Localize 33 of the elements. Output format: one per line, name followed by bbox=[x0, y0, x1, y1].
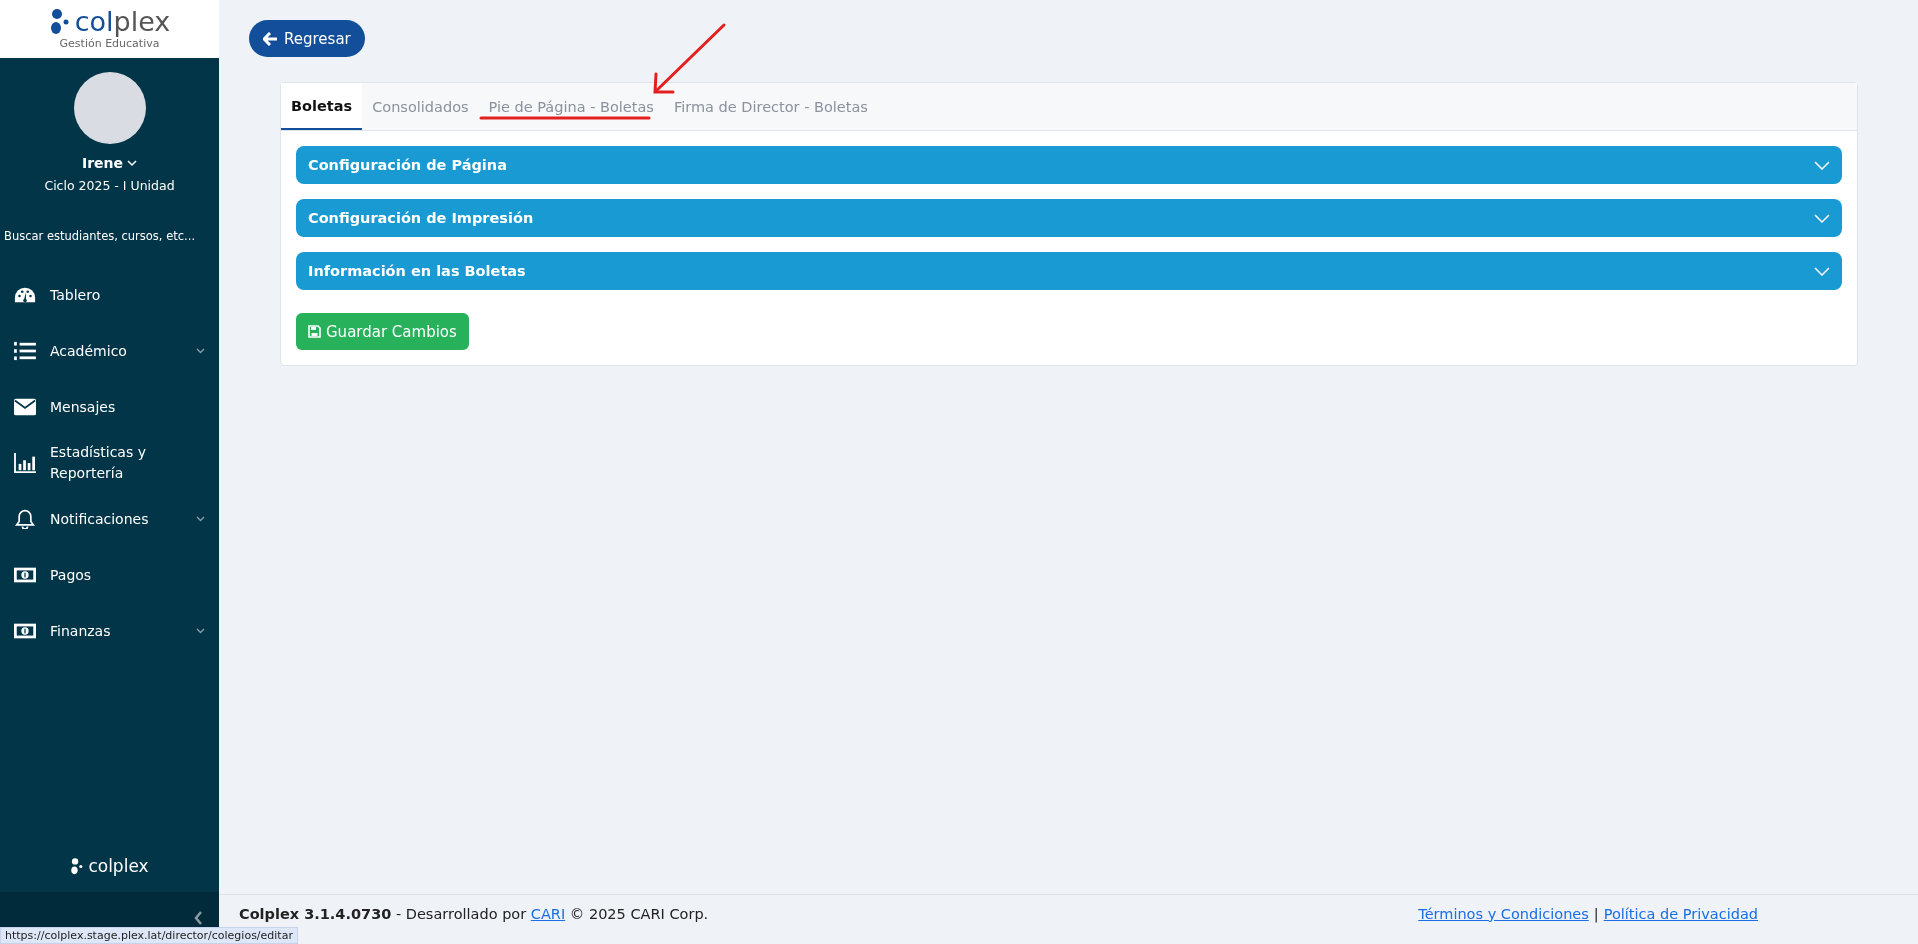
user-menu[interactable]: Irene bbox=[75, 154, 144, 172]
link-separator: | bbox=[1593, 905, 1599, 922]
footer-credits: Colplex 3.1.4.0730 - Desarrollado por CARI © 2025 CARI Corp. bbox=[239, 905, 709, 922]
back-button[interactable]: Regresar bbox=[249, 20, 365, 57]
nav-item[interactable]: Estadísticas y Reportería bbox=[0, 435, 219, 491]
link-preview-url: https://colplex.stage.plex.lat/director/colegios/editar bbox=[0, 927, 298, 944]
envelope-icon bbox=[14, 397, 36, 417]
brand-name: colplex bbox=[88, 856, 149, 876]
nav-item[interactable]: Mensajes bbox=[0, 379, 219, 435]
banknote-icon bbox=[14, 621, 36, 641]
logo-mark-icon bbox=[48, 8, 71, 36]
collapse-chevron-icon[interactable] bbox=[194, 911, 203, 925]
privacy-link[interactable]: Política de Privacidad bbox=[1603, 905, 1758, 922]
nav-item[interactable]: Académico bbox=[0, 323, 219, 379]
gauge-icon bbox=[14, 285, 36, 305]
cycle-label: Ciclo 2025 - I Unidad bbox=[43, 178, 176, 193]
terms-link[interactable]: Términos y Condiciones bbox=[1418, 905, 1589, 922]
tab[interactable]: Boletas bbox=[281, 83, 363, 130]
bell-icon bbox=[14, 509, 36, 529]
tagline: Gestión Educativa bbox=[59, 37, 160, 50]
search-field[interactable]: Buscar estudiantes, cursos, etc... bbox=[0, 223, 219, 249]
logo-mark-icon bbox=[70, 856, 85, 876]
caret-icon bbox=[127, 159, 138, 167]
company-link[interactable]: CARI bbox=[530, 905, 566, 922]
nav-item[interactable]: Finanzas bbox=[0, 603, 219, 659]
nav-item[interactable]: Notificaciones bbox=[0, 491, 219, 547]
bar-chart-icon bbox=[14, 453, 36, 473]
banknote-icon bbox=[14, 565, 36, 585]
nav-item[interactable]: Pagos bbox=[0, 547, 219, 603]
arrow-left-icon bbox=[263, 31, 278, 46]
numbered-list-icon bbox=[14, 341, 36, 361]
nav-item[interactable]: Tablero bbox=[0, 267, 219, 323]
brand-name: colplex bbox=[74, 8, 171, 36]
